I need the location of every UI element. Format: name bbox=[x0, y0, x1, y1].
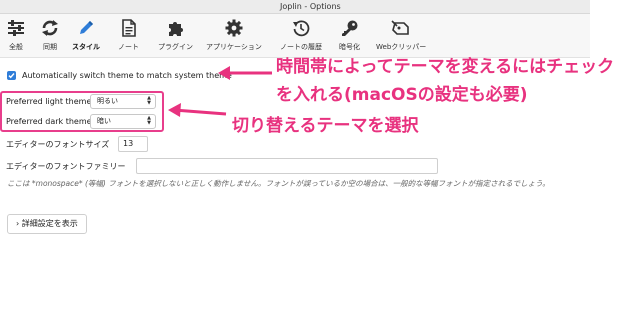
puzzle-icon bbox=[166, 18, 186, 38]
light-theme-select[interactable]: 明るい ▲ ▼ bbox=[90, 94, 156, 109]
annotation-line1: 時間帯によってテーマを変えるにはチェック bbox=[276, 57, 615, 77]
note-icon bbox=[119, 18, 139, 38]
title-bar: Joplin - Options bbox=[0, 0, 590, 14]
font-family-input[interactable] bbox=[136, 158, 438, 174]
tab-note[interactable]: ノート bbox=[118, 18, 139, 56]
tab-encryption[interactable]: 暗号化 bbox=[339, 18, 360, 56]
tab-web-clipper[interactable]: Webクリッパー bbox=[376, 18, 426, 56]
window-title: Joplin - Options bbox=[280, 2, 341, 11]
tab-style[interactable]: スタイル bbox=[72, 18, 100, 56]
tab-application[interactable]: アプリケーション bbox=[206, 18, 262, 56]
dark-theme-value: 暗い bbox=[97, 117, 111, 125]
tab-label: 暗号化 bbox=[339, 43, 360, 51]
tab-label: 全般 bbox=[9, 43, 23, 51]
gear-icon bbox=[224, 18, 244, 38]
tab-label: プラグイン bbox=[158, 43, 193, 51]
font-size-value: 13 bbox=[123, 139, 134, 148]
annotation-line2: を入れる(macOSの設定も必要) bbox=[276, 85, 528, 105]
tab-label: アプリケーション bbox=[206, 43, 262, 51]
font-family-label: エディターのフォントファミリー bbox=[6, 162, 126, 171]
dark-theme-label: Preferred dark theme bbox=[6, 117, 92, 126]
tab-label: Webクリッパー bbox=[376, 43, 427, 51]
clipper-icon bbox=[391, 18, 411, 38]
auto-switch-checkbox[interactable] bbox=[7, 71, 16, 80]
key-icon bbox=[340, 18, 360, 38]
show-advanced-button[interactable]: › 詳細設定を表示 bbox=[7, 214, 87, 234]
tab-label: ノートの履歴 bbox=[280, 43, 322, 51]
light-theme-value: 明るい bbox=[97, 97, 118, 105]
dark-theme-select[interactable]: 暗い ▲ ▼ bbox=[90, 114, 156, 129]
select-arrows-icon: ▲ ▼ bbox=[147, 95, 151, 106]
tab-label: ノート bbox=[118, 43, 139, 51]
select-arrows-icon: ▲ ▼ bbox=[147, 115, 151, 126]
annotation-line3: 切り替えるテーマを選択 bbox=[232, 116, 419, 136]
tab-plugins[interactable]: プラグイン bbox=[158, 18, 193, 56]
auto-switch-row[interactable]: Automatically switch theme to match syst… bbox=[7, 71, 232, 80]
sync-icon bbox=[40, 18, 60, 38]
tab-label: 同期 bbox=[43, 43, 57, 51]
font-size-input[interactable]: 13 bbox=[118, 136, 148, 152]
options-window: Joplin - Options 全般 同期 スタイル ノート プラグイン アプ… bbox=[0, 0, 590, 324]
tab-sync[interactable]: 同期 bbox=[40, 18, 60, 56]
chevron-right-icon: › bbox=[16, 219, 20, 228]
tab-general[interactable]: 全般 bbox=[6, 18, 26, 56]
history-icon bbox=[291, 18, 311, 38]
tab-label: スタイル bbox=[72, 43, 100, 51]
light-theme-label: Preferred light theme bbox=[6, 97, 92, 106]
tab-note-history[interactable]: ノートの履歴 bbox=[280, 18, 322, 56]
show-advanced-label: 詳細設定を表示 bbox=[21, 219, 78, 228]
auto-switch-label: Automatically switch theme to match syst… bbox=[22, 71, 232, 80]
font-family-note: ここは *monospace* (等幅) フォントを選択しないと正しく動作しませ… bbox=[7, 179, 550, 188]
font-size-label: エディターのフォントサイズ bbox=[6, 140, 110, 149]
sliders-icon bbox=[6, 18, 26, 38]
pen-icon bbox=[76, 18, 96, 38]
